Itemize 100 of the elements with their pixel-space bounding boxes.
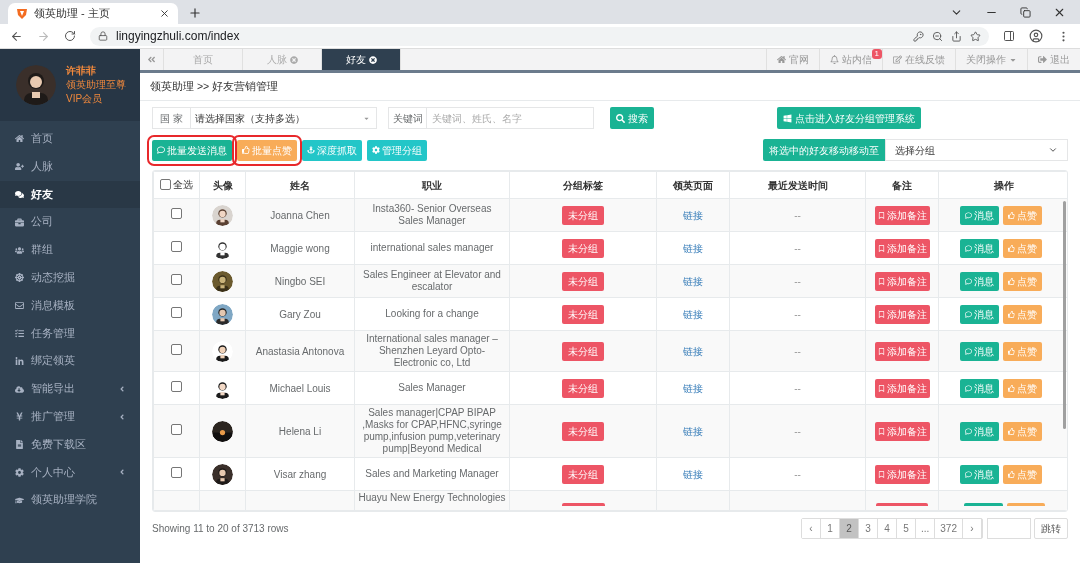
page-button[interactable]: ‹ bbox=[801, 518, 821, 538]
tag-button[interactable]: 未分组 bbox=[562, 304, 604, 324]
bookmark-icon bbox=[877, 347, 885, 355]
new-tab-icon[interactable] bbox=[188, 6, 202, 20]
checkbox[interactable] bbox=[171, 380, 182, 392]
link[interactable]: 链接 bbox=[683, 308, 703, 320]
reload-icon[interactable] bbox=[64, 30, 76, 42]
like-button[interactable]: 点赞 bbox=[1003, 304, 1042, 324]
browser-tab[interactable]: 领英助理 - 主页 bbox=[8, 3, 178, 24]
back-icon[interactable] bbox=[10, 29, 23, 43]
note-button[interactable]: 添加备注 bbox=[874, 464, 930, 484]
tag-button[interactable]: 未分组 bbox=[562, 271, 604, 291]
address-bar[interactable]: lingyingzhuli.com/index bbox=[90, 26, 989, 46]
restore-icon[interactable] bbox=[1020, 6, 1031, 18]
like-button[interactable]: 点赞 bbox=[1003, 464, 1042, 484]
search-button[interactable]: 搜索 bbox=[610, 107, 654, 129]
note-button[interactable]: 添加备注 bbox=[874, 341, 930, 361]
message-button[interactable]: 消息 bbox=[960, 378, 999, 398]
message-button[interactable]: 消息 bbox=[960, 341, 999, 361]
message-button[interactable]: 消息 bbox=[960, 421, 999, 441]
key-icon[interactable] bbox=[913, 30, 924, 42]
like-button[interactable]: 点赞 bbox=[1003, 421, 1042, 441]
user-level: 领英助理至尊 bbox=[66, 78, 126, 92]
action-button[interactable]: 深度抓取 bbox=[302, 139, 362, 161]
like-button[interactable]: 点赞 bbox=[1003, 271, 1042, 291]
message-button[interactable]: 消息 bbox=[960, 238, 999, 258]
page-button[interactable]: 2 bbox=[839, 518, 859, 538]
column-header: 职业 bbox=[354, 171, 510, 199]
tag-button[interactable]: 未分组 bbox=[562, 238, 604, 258]
note-button[interactable]: 添加备注 bbox=[874, 205, 930, 225]
note-button[interactable]: 添加备注 bbox=[874, 238, 930, 258]
message-button[interactable]: 消息 bbox=[960, 464, 999, 484]
like-button[interactable]: 点赞 bbox=[1003, 378, 1042, 398]
checkbox[interactable] bbox=[160, 178, 171, 190]
tag-button[interactable]: 未分组 bbox=[562, 464, 604, 484]
link[interactable]: 链接 bbox=[683, 425, 703, 437]
side-panel-icon[interactable] bbox=[1003, 30, 1015, 42]
sidebar-item[interactable]: 智能导出 bbox=[0, 375, 140, 403]
sidebar-item[interactable]: 消息模板 bbox=[0, 291, 140, 320]
top-link[interactable]: 退出 bbox=[1027, 49, 1080, 70]
sidebar-item[interactable]: 动态挖掘 bbox=[0, 264, 140, 292]
page-number-field[interactable] bbox=[987, 517, 1031, 539]
keyword-field[interactable]: 关键词 关键词、姓氏、名字 bbox=[388, 107, 594, 129]
tag-button[interactable]: 未分组 bbox=[562, 205, 604, 225]
message-button[interactable]: 消息 bbox=[960, 205, 999, 225]
like-button[interactable]: 点赞 bbox=[1003, 205, 1042, 225]
sidebar-item[interactable]: 好友 bbox=[0, 180, 140, 209]
keyword-input[interactable]: 关键词、姓氏、名字 bbox=[427, 108, 593, 128]
share-icon[interactable] bbox=[951, 30, 962, 42]
bookmark-icon bbox=[877, 277, 885, 285]
top-link[interactable]: 官网 bbox=[766, 49, 819, 70]
message-button[interactable]: 消息 bbox=[960, 304, 999, 324]
page-tab[interactable]: 好友 bbox=[322, 49, 401, 70]
country-select[interactable]: 国 家 请选择国家（支持多选） bbox=[152, 107, 377, 129]
zoom-icon[interactable] bbox=[932, 30, 943, 42]
checkbox[interactable] bbox=[171, 207, 182, 219]
sidebar-item[interactable]: 个人中心 bbox=[0, 458, 140, 487]
sidebar-item[interactable]: 领英助理学院 bbox=[0, 486, 140, 515]
sidebar-item[interactable]: 推广管理 bbox=[0, 402, 140, 431]
go-button[interactable]: 跳转 bbox=[1034, 517, 1068, 539]
checkbox[interactable] bbox=[171, 306, 182, 318]
link[interactable]: 链接 bbox=[683, 468, 703, 480]
checkbox[interactable] bbox=[171, 343, 182, 355]
sidebar-item[interactable]: 任务管理 bbox=[0, 319, 140, 348]
profile-icon[interactable] bbox=[1029, 29, 1043, 43]
link[interactable]: 链接 bbox=[683, 275, 703, 287]
checkbox[interactable] bbox=[171, 240, 182, 252]
tag-button[interactable]: 未分组 bbox=[562, 421, 604, 441]
page-tab[interactable]: 首页 bbox=[164, 49, 243, 70]
sidebar-item[interactable]: 首页 bbox=[0, 125, 140, 153]
sidebar-item[interactable]: 群组 bbox=[0, 236, 140, 264]
link[interactable]: 链接 bbox=[683, 345, 703, 357]
note-button[interactable]: 添加备注 bbox=[874, 304, 930, 324]
top-link[interactable]: 在线反馈 bbox=[882, 49, 955, 70]
like-button[interactable]: 点赞 bbox=[1003, 238, 1042, 258]
like-button[interactable]: 点赞 bbox=[1003, 341, 1042, 361]
group-system-button[interactable]: 点击进入好友分组管理系统 bbox=[777, 107, 921, 129]
link[interactable]: 链接 bbox=[683, 242, 703, 254]
close-icon[interactable] bbox=[159, 8, 170, 19]
link[interactable]: 链接 bbox=[683, 382, 703, 394]
close-icon[interactable] bbox=[368, 55, 377, 64]
link[interactable]: 链接 bbox=[683, 209, 703, 221]
tag-button[interactable]: 未分组 bbox=[562, 341, 604, 361]
sidebar-item[interactable]: 人脉 bbox=[0, 152, 140, 181]
checkbox[interactable] bbox=[171, 273, 182, 285]
sidebar-item[interactable]: 免费下载区 bbox=[0, 430, 140, 459]
action-button[interactable]: 管理分组 bbox=[367, 139, 427, 161]
note-button[interactable]: 添加备注 bbox=[874, 421, 930, 441]
sidebar-item[interactable]: 绑定领英 bbox=[0, 347, 140, 376]
note-button[interactable]: 添加备注 bbox=[874, 271, 930, 291]
top-link[interactable]: 站内信 1 bbox=[819, 49, 882, 70]
note-button[interactable]: 添加备注 bbox=[874, 378, 930, 398]
star-icon[interactable] bbox=[970, 30, 981, 42]
checkbox[interactable] bbox=[171, 466, 182, 478]
message-button[interactable]: 消息 bbox=[960, 271, 999, 291]
sidebar-item[interactable]: 公司 bbox=[0, 208, 140, 237]
top-link[interactable]: 关闭操作 bbox=[955, 49, 1027, 70]
checkbox[interactable] bbox=[171, 423, 182, 435]
tag-button[interactable]: 未分组 bbox=[562, 378, 604, 398]
scrollbar[interactable] bbox=[1063, 201, 1066, 429]
